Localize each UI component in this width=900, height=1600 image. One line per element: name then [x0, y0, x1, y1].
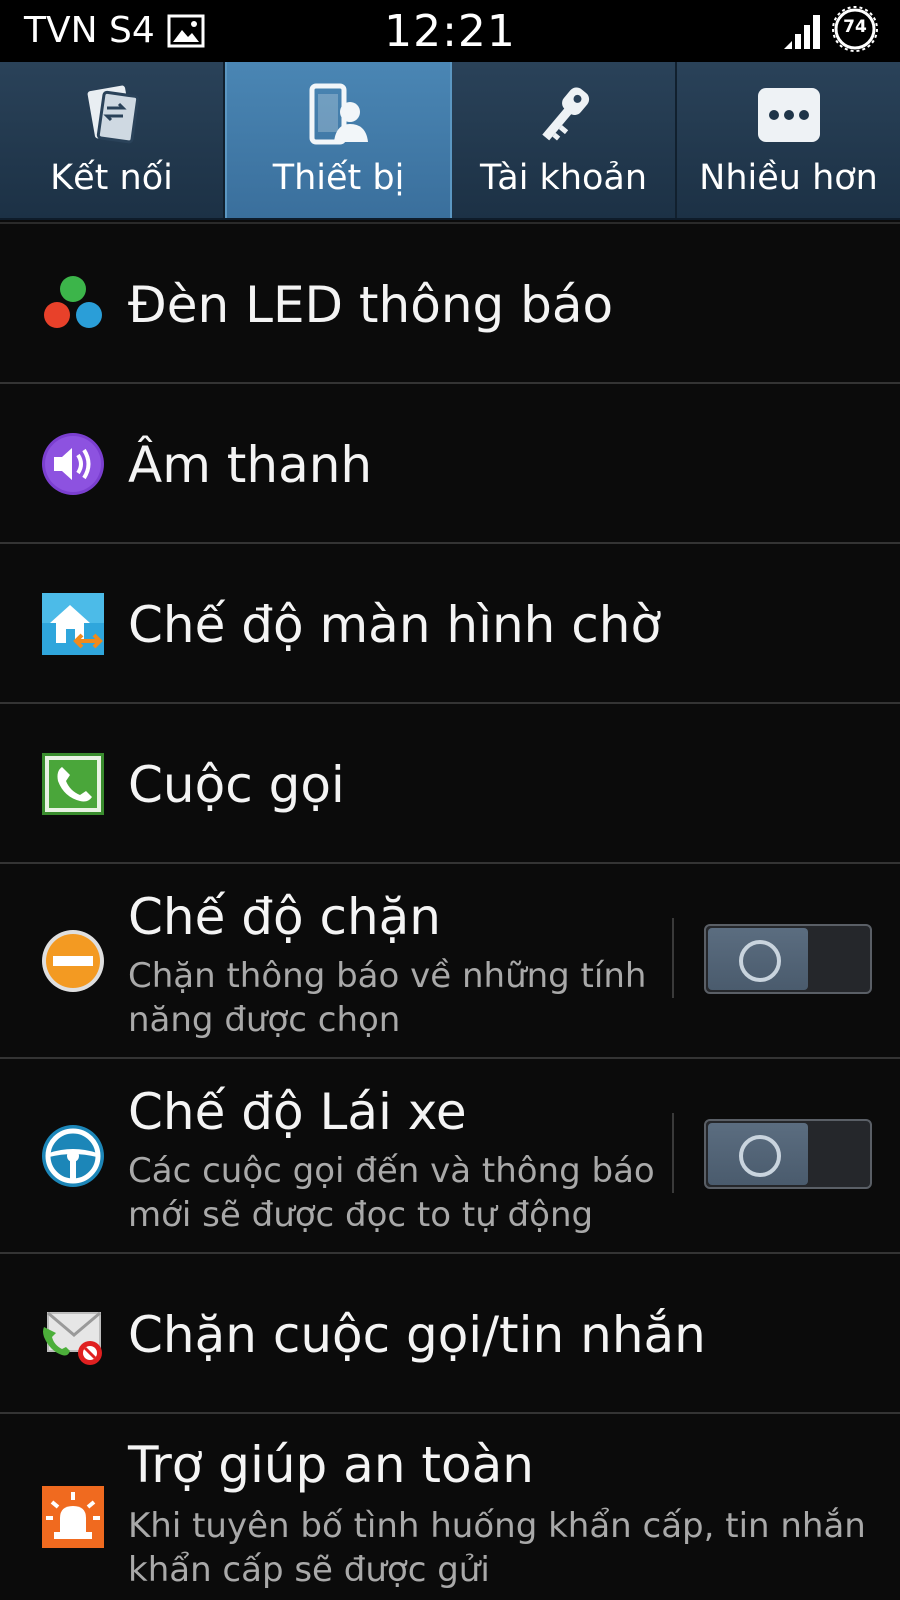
setting-call-message-block[interactable]: Chặn cuộc gọi/tin nhắn	[0, 1254, 900, 1414]
tab-device[interactable]: Thiết bị	[225, 62, 452, 218]
switch-knob	[739, 940, 781, 982]
switch-thumb	[708, 928, 808, 990]
toggle-divider	[672, 1113, 674, 1193]
more-dots-icon	[757, 88, 820, 142]
tab-label: Tài khoản	[479, 158, 648, 198]
status-right: 74	[782, 6, 878, 52]
setting-call[interactable]: Cuộc gọi	[0, 704, 900, 864]
setting-safety-assistance[interactable]: Trợ giúp an toàn Khi tuyên bố tình huống…	[0, 1414, 900, 1600]
setting-title: Chế độ màn hình chờ	[128, 596, 662, 654]
setting-title: Chế độ Lái xe	[128, 1083, 467, 1141]
setting-title: Chế độ chặn	[128, 888, 441, 946]
setting-blocking-mode[interactable]: Chế độ chặn Chặn thông báo về những tính…	[0, 864, 900, 1059]
setting-subtitle: Các cuộc gọi đến và thông báo mới sẽ đượ…	[128, 1151, 655, 1235]
call-message-block-icon	[43, 1311, 102, 1365]
blocking-mode-icon	[42, 930, 104, 992]
sound-icon	[42, 433, 104, 495]
signal-strength-icon	[784, 15, 820, 49]
device-icon	[309, 83, 368, 145]
setting-title: Cuộc gọi	[128, 756, 345, 814]
setting-title: Chặn cuộc gọi/tin nhắn	[128, 1306, 706, 1364]
accounts-key-icon	[541, 87, 589, 141]
setting-title: Âm thanh	[128, 436, 373, 494]
setting-driving-mode[interactable]: Chế độ Lái xe Các cuộc gọi đến và thông …	[0, 1059, 900, 1254]
settings-list: Đèn LED thông báo Âm thanh Chế độ màn hì…	[0, 222, 900, 1600]
status-bar: TVN S4 12:21 74	[0, 0, 900, 62]
setting-subtitle: Khi tuyên bố tình huống khẩn cấp, tin nh…	[128, 1506, 866, 1590]
setting-subtitle: Chặn thông báo về những tính năng được c…	[128, 956, 647, 1040]
tab-label: Thiết bị	[272, 158, 405, 198]
clock: 12:21	[384, 6, 516, 57]
settings-tab-bar: Kết nối Thiết bị Tài khoản Nhiều hơn	[0, 62, 900, 220]
call-icon	[42, 753, 104, 815]
driving-mode-switch[interactable]	[704, 1119, 872, 1189]
settings-screen: TVN S4 12:21 74 Kết nối Thiết bị Tài kho…	[0, 0, 900, 1600]
led-indicator-icon	[44, 276, 102, 328]
home-screen-mode-icon	[42, 593, 104, 655]
toggle-divider	[672, 918, 674, 998]
setting-led-indicator[interactable]: Đèn LED thông báo	[0, 224, 900, 384]
tab-label: Kết nối	[50, 158, 173, 198]
blocking-mode-switch[interactable]	[704, 924, 872, 994]
tab-label: Nhiều hơn	[699, 158, 878, 198]
tab-accounts[interactable]: Tài khoản	[452, 62, 677, 218]
switch-thumb	[708, 1123, 808, 1185]
safety-assistance-icon	[42, 1486, 104, 1548]
setting-home-screen-mode[interactable]: Chế độ màn hình chờ	[0, 544, 900, 704]
battery-icon: 74	[832, 6, 878, 52]
setting-title: Trợ giúp an toàn	[128, 1436, 534, 1494]
tab-connections[interactable]: Kết nối	[0, 62, 225, 218]
connections-icon	[87, 85, 139, 144]
battery-level: 74	[843, 17, 867, 37]
tab-more[interactable]: Nhiều hơn	[677, 62, 900, 218]
setting-title: Đèn LED thông báo	[128, 276, 614, 334]
switch-knob	[739, 1135, 781, 1177]
driving-mode-icon	[42, 1125, 104, 1187]
setting-sound[interactable]: Âm thanh	[0, 384, 900, 544]
